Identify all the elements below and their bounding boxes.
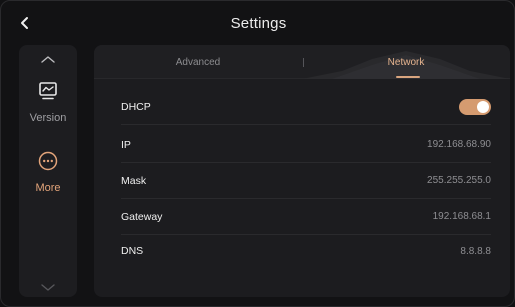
- dns-value: 8.8.8.8: [460, 245, 491, 257]
- scroll-down-button[interactable]: [19, 277, 77, 297]
- ip-value: 192.168.68.90: [427, 139, 491, 150]
- dhcp-label: DHCP: [121, 100, 151, 113]
- ip-row: IP 192.168.68.90: [121, 127, 491, 163]
- dhcp-row: DHCP: [121, 89, 491, 125]
- toggle-knob: [477, 100, 489, 113]
- sidebar-item-more[interactable]: More: [19, 149, 77, 203]
- monitor-icon: [36, 79, 60, 103]
- dns-label: DNS: [121, 245, 144, 257]
- back-button[interactable]: [15, 13, 35, 33]
- tab-bar: Advanced Network: [94, 45, 510, 79]
- more-dots-icon: [36, 149, 60, 173]
- gateway-label: Gateway: [121, 210, 163, 223]
- tab-network[interactable]: Network: [302, 45, 510, 79]
- gateway-row: Gateway 192.168.68.1: [121, 199, 491, 235]
- sidebar-item-label: More: [35, 182, 61, 194]
- scroll-up-button[interactable]: [19, 49, 77, 69]
- active-tab-indicator: [396, 76, 420, 78]
- tab-advanced[interactable]: Advanced: [94, 45, 302, 79]
- dhcp-toggle[interactable]: [459, 98, 491, 115]
- chevron-up-icon: [41, 56, 55, 63]
- settings-window: Settings Version More Advanced Network D…: [0, 0, 515, 307]
- mask-value: 255.255.255.0: [427, 175, 491, 186]
- settings-panel: Advanced Network DHCP IP 192.168.68.90 M…: [94, 45, 510, 297]
- sidebar: Version More: [19, 45, 77, 297]
- mask-label: Mask: [121, 174, 147, 187]
- sidebar-item-label: Version: [29, 112, 67, 124]
- header: Settings: [1, 1, 514, 45]
- mask-row: Mask 255.255.255.0: [121, 163, 491, 199]
- ip-label: IP: [121, 138, 131, 151]
- page-title: Settings: [230, 14, 287, 32]
- sidebar-item-version[interactable]: Version: [19, 79, 77, 133]
- dns-row: DNS 8.8.8.8: [121, 233, 491, 269]
- chevron-left-icon: [21, 17, 28, 29]
- gateway-value: 192.168.68.1: [432, 211, 491, 222]
- chevron-down-icon: [41, 284, 55, 291]
